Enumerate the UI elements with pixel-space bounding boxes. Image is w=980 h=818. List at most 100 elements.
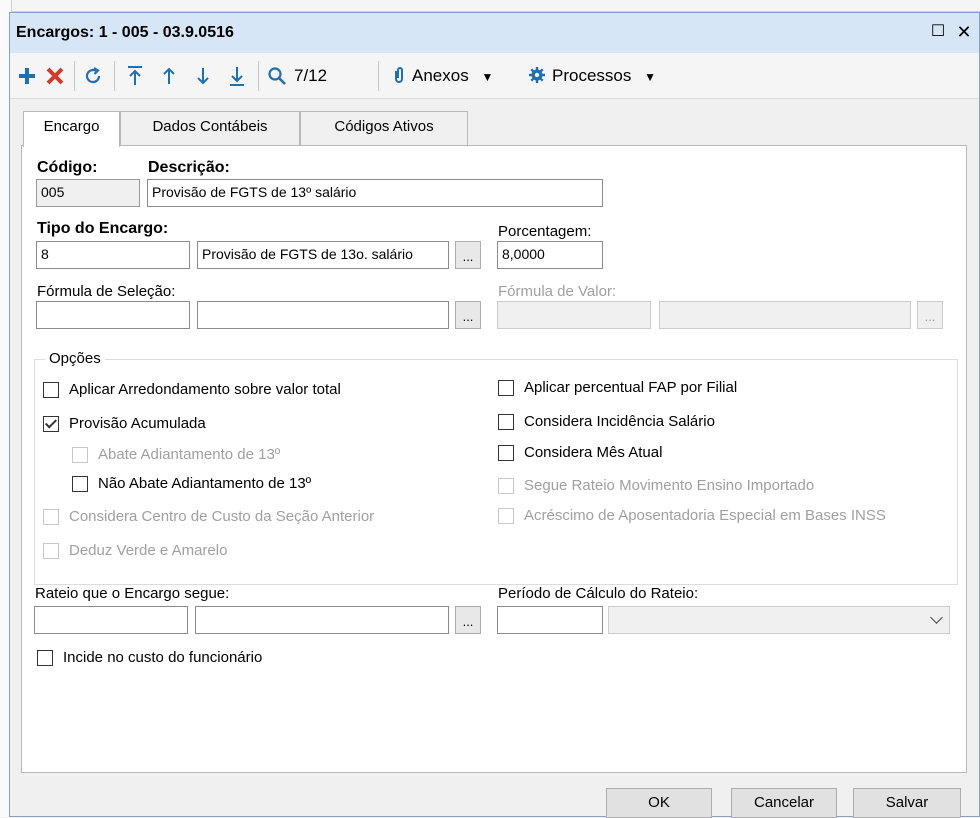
checkbox-label: Acréscimo de Aposentadoria Especial em B… bbox=[524, 507, 886, 524]
close-icon[interactable]: ✕ bbox=[954, 22, 974, 42]
ok-button[interactable]: OK bbox=[606, 788, 712, 818]
toolbar-separator bbox=[378, 61, 379, 91]
window-title: Encargos: 1 - 005 - 03.9.0516 bbox=[16, 24, 234, 41]
processes-label: Processos bbox=[552, 66, 632, 85]
add-button[interactable] bbox=[14, 61, 40, 91]
checkbox-considera-mes-atual[interactable]: Considera Mês Atual bbox=[498, 444, 662, 461]
caret-down-icon: ▼ bbox=[644, 70, 656, 84]
checkbox-label: Aplicar Arredondamento sobre valor total bbox=[69, 381, 341, 398]
tipo-encargo-lookup-button[interactable]: ... bbox=[455, 241, 481, 269]
codigo-field[interactable]: 005 bbox=[36, 179, 140, 207]
tab-codigos-ativos[interactable]: Códigos Ativos bbox=[300, 111, 468, 145]
search-icon bbox=[268, 67, 286, 85]
tab-encargo[interactable]: Encargo bbox=[23, 111, 120, 147]
tipo-encargo-label: Tipo do Encargo: bbox=[37, 220, 169, 237]
formula-selecao-desc-field[interactable] bbox=[197, 301, 449, 329]
processes-menu[interactable]: Processos ▼ bbox=[528, 61, 678, 91]
checkbox-label: Abate Adiantamento de 13º bbox=[98, 446, 281, 463]
toolbar-separator bbox=[114, 61, 115, 91]
checkbox-box bbox=[72, 446, 88, 463]
plus-icon bbox=[19, 68, 35, 84]
encargos-dialog: Encargos: 1 - 005 - 03.9.0516 ☐ ✕ 7/12 A… bbox=[9, 12, 980, 818]
checkbox-incide-custo-funcionario[interactable]: Incide no custo do funcionário bbox=[37, 649, 262, 666]
rateio-lookup-button[interactable]: ... bbox=[455, 606, 481, 634]
checkbox-label: Considera Centro de Custo da Seção Anter… bbox=[69, 508, 375, 525]
arrow-up-icon bbox=[163, 67, 175, 84]
periodo-field[interactable] bbox=[497, 606, 603, 634]
checkbox-label: Aplicar percentual FAP por Filial bbox=[524, 379, 738, 396]
checkbox-label: Segue Rateio Movimento Ensino Importado bbox=[524, 477, 815, 494]
attachments-menu[interactable]: Anexos ▼ bbox=[392, 61, 516, 91]
tipo-encargo-code-field[interactable]: 8 bbox=[36, 241, 190, 269]
checkbox-label: Não Abate Adiantamento de 13º bbox=[98, 475, 312, 492]
checkbox-deduz-verde-amarelo: Deduz Verde e Amarelo bbox=[43, 542, 227, 559]
periodo-select[interactable] bbox=[608, 606, 950, 634]
formula-selecao-code-field[interactable] bbox=[36, 301, 190, 329]
chevron-down-icon bbox=[930, 611, 943, 624]
toolbar: 7/12 Anexos ▼ Processos ▼ bbox=[10, 53, 979, 99]
checkbox-abate-adiantamento: Abate Adiantamento de 13º bbox=[72, 446, 280, 463]
checkbox-box bbox=[498, 379, 514, 396]
checkbox-acrescimo-aposentadoria: Acréscimo de Aposentadoria Especial em B… bbox=[498, 507, 886, 524]
checkbox-aplicar-arredondamento[interactable]: Aplicar Arredondamento sobre valor total bbox=[43, 381, 341, 398]
delete-button[interactable] bbox=[42, 61, 68, 91]
refresh-button[interactable] bbox=[80, 61, 106, 91]
tab-dados-contabeis[interactable]: Dados Contábeis bbox=[120, 111, 300, 145]
checkbox-label: Incide no custo do funcionário bbox=[63, 649, 263, 666]
formula-valor-desc-field bbox=[659, 301, 911, 329]
porcentagem-field[interactable]: 8,0000 bbox=[497, 241, 603, 269]
attachments-label: Anexos bbox=[412, 66, 469, 85]
checkbox-considera-incidencia-salario[interactable]: Considera Incidência Salário bbox=[498, 413, 715, 430]
rateio-label: Rateio que o Encargo segue: bbox=[35, 585, 230, 602]
rateio-desc-field[interactable] bbox=[195, 606, 449, 634]
formula-valor-lookup-button: ... bbox=[917, 301, 943, 329]
toolbar-separator bbox=[258, 61, 259, 91]
arrow-first-icon bbox=[128, 66, 142, 85]
caret-down-icon: ▼ bbox=[481, 70, 494, 84]
x-icon bbox=[46, 67, 64, 85]
codigo-label: Código: bbox=[37, 159, 98, 176]
checkbox-box bbox=[498, 413, 514, 430]
checkbox-box bbox=[43, 542, 59, 559]
formula-selecao-label: Fórmula de Seleção: bbox=[37, 283, 176, 300]
checkbox-label: Considera Incidência Salário bbox=[524, 413, 715, 430]
checkbox-box bbox=[498, 507, 514, 524]
checkbox-provisao-acumulada[interactable]: Provisão Acumulada bbox=[43, 415, 206, 432]
checkbox-box bbox=[498, 444, 514, 461]
first-record-button[interactable] bbox=[122, 61, 148, 91]
record-position: 7/12 bbox=[294, 66, 328, 85]
checkbox-segue-rateio: Segue Rateio Movimento Ensino Importado bbox=[498, 477, 814, 494]
toolbar-separator bbox=[74, 61, 75, 91]
save-button[interactable]: Salvar bbox=[853, 788, 961, 818]
maximize-icon[interactable]: ☐ bbox=[928, 22, 948, 42]
descricao-field[interactable]: Provisão de FGTS de 13º salário bbox=[147, 179, 603, 207]
checkbox-considera-centro-custo: Considera Centro de Custo da Seção Anter… bbox=[43, 508, 374, 525]
opcoes-title: Opções bbox=[45, 350, 105, 367]
previous-record-button[interactable] bbox=[156, 61, 182, 91]
cancel-button[interactable]: Cancelar bbox=[731, 788, 837, 818]
next-record-button[interactable] bbox=[190, 61, 216, 91]
checkmark-icon bbox=[44, 415, 58, 429]
formula-selecao-lookup-button[interactable]: ... bbox=[455, 301, 481, 329]
refresh-icon bbox=[85, 67, 101, 84]
porcentagem-label: Porcentagem: bbox=[498, 223, 592, 240]
checkbox-aplicar-fap[interactable]: Aplicar percentual FAP por Filial bbox=[498, 379, 737, 396]
periodo-label: Período de Cálculo do Rateio: bbox=[498, 585, 699, 602]
arrow-down-icon bbox=[197, 68, 209, 85]
last-record-button[interactable] bbox=[224, 61, 250, 91]
checkbox-box bbox=[43, 381, 59, 398]
checkbox-box-checked bbox=[43, 415, 59, 432]
checkbox-label: Provisão Acumulada bbox=[69, 415, 206, 432]
title-bar: Encargos: 1 - 005 - 03.9.0516 ☐ ✕ bbox=[10, 13, 979, 53]
checkbox-nao-abate-adiantamento[interactable]: Não Abate Adiantamento de 13º bbox=[72, 475, 311, 492]
descricao-label: Descrição: bbox=[148, 159, 230, 176]
checkbox-box bbox=[72, 475, 88, 492]
checkbox-label: Deduz Verde e Amarelo bbox=[69, 542, 228, 559]
tipo-encargo-desc-field[interactable]: Provisão de FGTS de 13o. salário bbox=[197, 241, 449, 269]
checkbox-label: Considera Mês Atual bbox=[524, 444, 663, 461]
arrow-last-icon bbox=[230, 67, 244, 86]
search-button[interactable] bbox=[264, 61, 290, 91]
checkbox-box bbox=[498, 477, 514, 494]
rateio-code-field[interactable] bbox=[34, 606, 188, 634]
paperclip-icon bbox=[395, 67, 403, 83]
